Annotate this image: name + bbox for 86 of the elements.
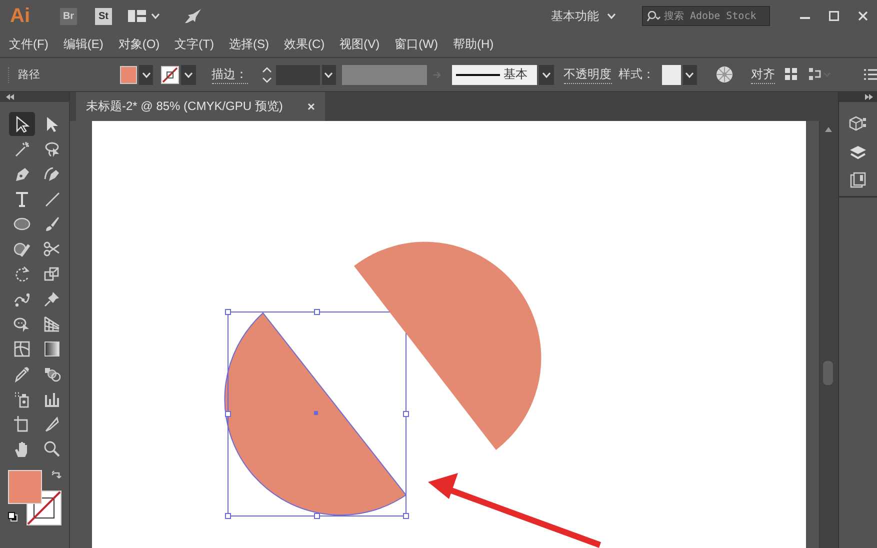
slice-knife-icon: [43, 415, 61, 433]
lasso-icon: [43, 140, 61, 158]
style-label: 样式：: [618, 66, 655, 83]
document-tab[interactable]: 未标题-2* @ 85% (CMYK/GPU 预览) ×: [76, 92, 325, 121]
maximize-icon: [828, 11, 838, 21]
mesh-icon: [13, 340, 31, 358]
paintbrush-icon: [43, 215, 61, 233]
align-link[interactable]: 对齐: [751, 66, 775, 84]
caret-icon: [685, 72, 694, 78]
stroke-dropdown[interactable]: [181, 64, 196, 84]
pushpin-icon: [43, 290, 61, 308]
menu-item[interactable]: 窗口(W): [394, 36, 438, 53]
list-menu-icon[interactable]: [864, 69, 877, 80]
color-wheel-icon[interactable]: [716, 66, 733, 83]
caret-icon: [542, 72, 552, 78]
shape-builder-icon: [13, 315, 31, 333]
menu-item[interactable]: 文件(F): [9, 36, 48, 53]
default-colors-icon[interactable]: [8, 512, 18, 522]
caret-icon: [324, 72, 334, 78]
document-title: 未标题-2* @ 85% (CMYK/GPU 预览): [86, 98, 283, 115]
fill-color-swatch[interactable]: [8, 470, 42, 504]
close-tab-button[interactable]: ×: [307, 99, 315, 114]
menu-item[interactable]: 编辑(E): [63, 36, 104, 53]
stroke-label-link[interactable]: 描边：: [212, 66, 248, 84]
caret-icon: [151, 13, 160, 19]
fill-swatch[interactable]: [120, 66, 138, 84]
collapse-arrows-icon[interactable]: [865, 94, 873, 100]
arrow-right-icon: [432, 70, 442, 80]
blend-circles-icon: [43, 365, 61, 383]
arrange-documents-button[interactable]: [128, 10, 160, 22]
fill-dropdown[interactable]: [139, 64, 154, 84]
stroke-weight-dropdown[interactable]: [322, 64, 336, 84]
object-type-label: 路径: [18, 68, 40, 82]
menu-item[interactable]: 帮助(H): [452, 36, 494, 53]
spray-can-icon: [13, 390, 31, 408]
stock-search-field[interactable]: 搜索 Adobe Stock: [642, 6, 770, 26]
magic-wand-icon: [13, 140, 31, 158]
rotate-icon: [13, 265, 31, 283]
caret-icon: [184, 72, 193, 78]
collapse-arrows-icon[interactable]: [6, 94, 14, 100]
stock-button[interactable]: St: [95, 8, 112, 24]
scroll-up-icon[interactable]: [825, 127, 832, 132]
ellipse-icon: [13, 215, 31, 233]
menu-item[interactable]: 对象(O): [118, 36, 160, 53]
vertical-scrollbar[interactable]: [819, 121, 838, 548]
workspace-switcher[interactable]: 基本功能: [551, 8, 616, 24]
zoom-magnifier-icon: [43, 440, 61, 458]
brush-definition-dropdown[interactable]: 基本: [452, 64, 538, 84]
type-icon: [13, 190, 31, 208]
menu-item[interactable]: 文字(T): [174, 36, 214, 53]
pages-icon[interactable]: [850, 172, 866, 188]
opacity-link[interactable]: 不透明度: [564, 66, 612, 84]
stroke-line-icon: [456, 72, 500, 76]
shaper-icon: [13, 240, 31, 258]
align-grid-icon[interactable]: [785, 68, 798, 81]
spinner-arrows-icon[interactable]: [262, 64, 272, 84]
swap-arrows-icon[interactable]: [52, 470, 62, 480]
layout-icon: [128, 10, 146, 22]
caret-icon: [142, 72, 151, 78]
brush-name: 基本: [504, 66, 528, 83]
bar-graph-icon: [43, 390, 61, 408]
graphic-style-swatch[interactable]: [662, 64, 681, 84]
caret-icon: [607, 13, 616, 19]
center-point: [314, 411, 318, 415]
brush-dropdown[interactable]: [539, 64, 554, 84]
layers-icon[interactable]: [849, 144, 867, 162]
graphic-style-dropdown[interactable]: [682, 64, 697, 84]
menu-item[interactable]: 选择(S): [228, 36, 269, 53]
scale-icon: [43, 265, 61, 283]
selection-tool[interactable]: [9, 112, 35, 136]
line-segment-icon: [43, 190, 61, 208]
bridge-button[interactable]: Br: [60, 8, 77, 24]
menu-item[interactable]: 视图(V): [340, 36, 380, 53]
close-icon: [858, 11, 868, 21]
menu-item[interactable]: 效果(C): [284, 36, 325, 53]
search-icon: [647, 10, 661, 22]
stroke-none-swatch[interactable]: [161, 66, 180, 84]
scroll-thumb[interactable]: [823, 361, 833, 385]
gradient-square-icon: [43, 340, 61, 358]
eyedropper-icon: [13, 365, 31, 383]
rocket-icon[interactable]: [184, 8, 202, 24]
perspective-grid-icon: [43, 315, 61, 333]
app-logo: Ai: [10, 4, 31, 28]
scissors-icon: [43, 240, 61, 258]
curvature-pen-icon: [43, 165, 61, 183]
pen-nib-icon: [13, 165, 31, 183]
